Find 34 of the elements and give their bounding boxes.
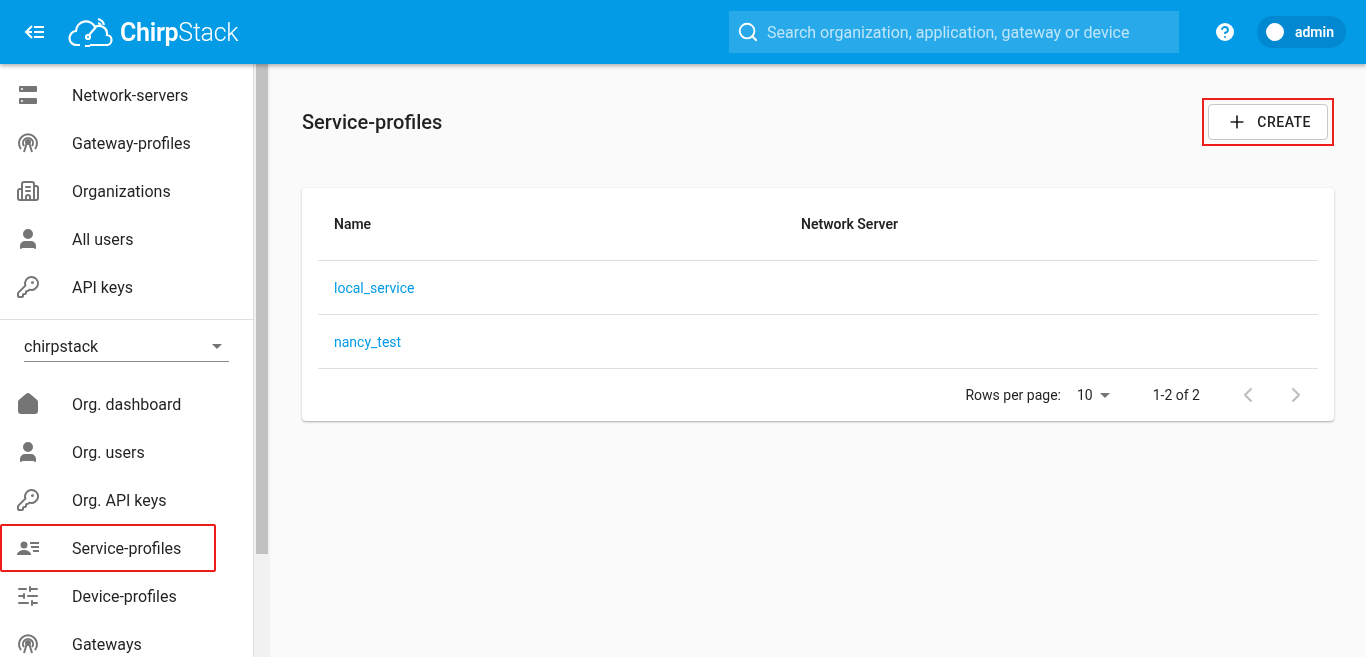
key-icon xyxy=(16,488,40,512)
antenna-icon xyxy=(16,632,40,656)
cloud-logo-icon xyxy=(68,15,114,49)
create-button[interactable]: CREATE xyxy=(1208,104,1328,140)
sidebar-item[interactable]: Network-servers xyxy=(0,71,253,119)
column-header: Name xyxy=(333,216,373,232)
sidebar-item[interactable]: API keys xyxy=(0,263,253,311)
sidebar-item[interactable]: Gateways xyxy=(0,620,253,657)
logo-text: ChirpStack xyxy=(120,17,239,47)
caret-icon xyxy=(212,344,222,349)
search-icon xyxy=(736,21,759,43)
page-title: Service-profiles xyxy=(302,110,443,134)
sidebar-item[interactable]: Org. API keys xyxy=(0,476,253,524)
sidebar-item[interactable]: Service-profiles xyxy=(0,524,216,572)
sidebar-item[interactable]: All users xyxy=(0,215,253,263)
user-menu-button[interactable]: admin xyxy=(1256,16,1346,48)
antenna-icon xyxy=(16,131,40,155)
sliders-icon xyxy=(16,584,40,608)
column-header: Network Server xyxy=(800,216,900,232)
organization-select[interactable]: chirpstack xyxy=(24,332,229,362)
home-icon xyxy=(16,392,40,416)
sidebar-item[interactable]: Organizations xyxy=(0,167,253,215)
caret-icon xyxy=(1099,392,1110,398)
key-icon xyxy=(16,275,40,299)
server-icon xyxy=(16,83,40,107)
rows-per-page-label: Rows per page: xyxy=(965,387,1061,403)
sidebar-item[interactable]: Org. users xyxy=(0,428,253,476)
sidebar-item[interactable]: Org. dashboard xyxy=(0,380,253,428)
rows-per-page-select[interactable]: 10 xyxy=(1076,387,1117,403)
building-icon xyxy=(16,179,40,203)
sidebar-item[interactable]: Device-profiles xyxy=(0,572,253,620)
page-range: 1-2 of 2 xyxy=(1152,387,1200,403)
sidebar-item[interactable]: Gateway-profiles xyxy=(0,119,253,167)
scrollbar[interactable] xyxy=(254,64,270,657)
